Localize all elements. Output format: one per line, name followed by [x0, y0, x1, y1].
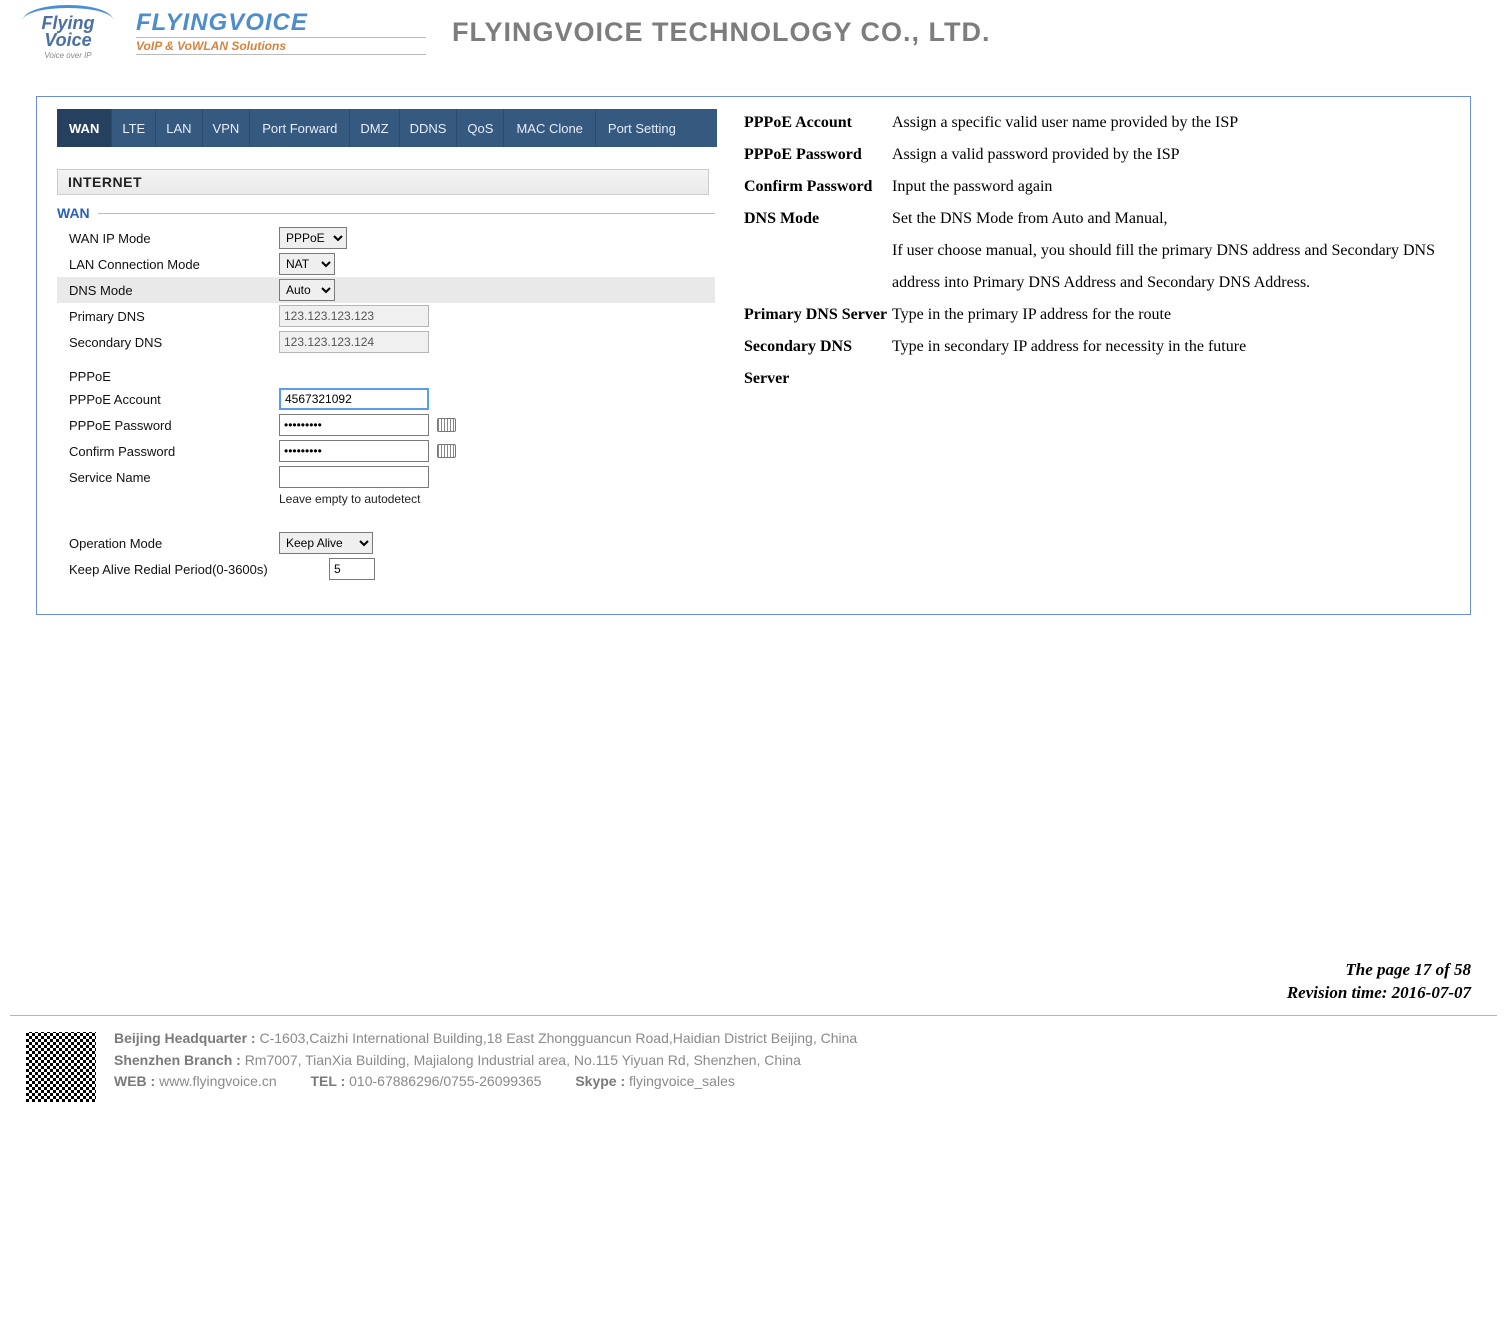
pppoe-password-label: PPPoE Password — [69, 418, 279, 433]
logo2-bot: VoIP & VoWLAN Solutions — [136, 37, 426, 55]
desc-label: Primary DNS Server — [744, 299, 892, 331]
wan-ip-mode-select[interactable]: PPPoE — [279, 227, 347, 249]
dns-mode-select[interactable]: Auto — [279, 279, 335, 301]
lan-conn-mode-label: LAN Connection Mode — [69, 257, 279, 272]
primary-dns-label: Primary DNS — [69, 309, 279, 324]
hq-address: C-1603,Caizhi International Building,18 … — [259, 1030, 857, 1046]
footer-divider — [10, 1015, 1497, 1016]
tab-qos[interactable]: QoS — [457, 109, 504, 147]
tel-value: 010-67886296/0755-26099365 — [349, 1073, 541, 1089]
logo1-bot: Voice — [44, 30, 91, 51]
tab-lte[interactable]: LTE — [112, 109, 156, 147]
desc-label: PPPoE Password — [744, 139, 892, 171]
desc-label: Secondary DNS Server — [744, 331, 892, 395]
wan-section-title: WAN — [57, 205, 90, 221]
desc-text: Assign a valid password provided by the … — [892, 139, 1460, 171]
branch-address: Rm7007, TianXia Building, Majialong Indu… — [245, 1052, 801, 1068]
contact-lines: Beijing Headquarter : C-1603,Caizhi Inte… — [114, 1026, 1497, 1093]
lan-conn-mode-select[interactable]: NAT — [279, 253, 335, 275]
service-name-hint: Leave empty to autodetect — [279, 492, 715, 506]
page-footer-meta: The page 17 of 58 Revision time: 2016-07… — [0, 955, 1507, 1009]
service-name-input[interactable] — [279, 466, 429, 488]
revision-time: Revision time: 2016-07-07 — [0, 982, 1471, 1005]
desc-label: Confirm Password — [744, 171, 892, 203]
page-number: The page 17 of 58 — [0, 959, 1471, 982]
service-name-label: Service Name — [69, 470, 279, 485]
qr-code-icon — [20, 1026, 102, 1108]
keep-alive-input[interactable] — [329, 558, 375, 580]
confirm-password-label: Confirm Password — [69, 444, 279, 459]
branch-label: Shenzhen Branch : — [114, 1052, 241, 1068]
operation-mode-label: Operation Mode — [69, 536, 279, 551]
operation-mode-select[interactable]: Keep Alive — [279, 532, 373, 554]
divider — [98, 213, 715, 214]
tab-mac-clone[interactable]: MAC Clone — [504, 109, 595, 147]
secondary-dns-label: Secondary DNS — [69, 335, 279, 350]
logo1-sub: Voice over IP — [44, 51, 91, 60]
skype-label: Skype : — [575, 1073, 625, 1089]
tab-dmz[interactable]: DMZ — [350, 109, 399, 147]
confirm-password-input[interactable] — [279, 440, 429, 462]
section-header-internet: INTERNET — [57, 169, 709, 195]
keyboard-icon[interactable] — [437, 444, 456, 458]
primary-dns-input[interactable] — [279, 305, 429, 327]
pppoe-account-label: PPPoE Account — [69, 392, 279, 407]
keyboard-icon[interactable] — [437, 418, 456, 432]
desc-text: Set the DNS Mode from Auto and Manual, I… — [892, 203, 1460, 299]
footer-contact: Beijing Headquarter : C-1603,Caizhi Inte… — [0, 1024, 1507, 1128]
wan-ip-mode-label: WAN IP Mode — [69, 231, 279, 246]
desc-label: DNS Mode — [744, 203, 892, 299]
secondary-dns-input[interactable] — [279, 331, 429, 353]
logo-flyingvoice-small: Flying Voice Voice over IP — [8, 4, 128, 60]
pppoe-account-input[interactable] — [279, 388, 429, 410]
page-header: Flying Voice Voice over IP FLYINGVOICE V… — [0, 0, 1507, 68]
desc-text: Assign a specific valid user name provid… — [892, 107, 1460, 139]
skype-value: flyingvoice_sales — [629, 1073, 735, 1089]
web-value: www.flyingvoice.cn — [159, 1073, 277, 1089]
desc-label: PPPoE Account — [744, 107, 892, 139]
hq-label: Beijing Headquarter : — [114, 1030, 256, 1046]
nav-tabs: WAN LTE LAN VPN Port Forward DMZ DDNS Qo… — [57, 109, 717, 147]
desc-text: Type in secondary IP address for necessi… — [892, 331, 1460, 395]
content-box: WAN LTE LAN VPN Port Forward DMZ DDNS Qo… — [36, 96, 1471, 615]
company-title: FLYINGVOICE TECHNOLOGY CO., LTD. — [434, 17, 1497, 48]
tab-ddns[interactable]: DDNS — [400, 109, 458, 147]
tab-wan[interactable]: WAN — [57, 109, 112, 147]
desc-text: Type in the primary IP address for the r… — [892, 299, 1460, 331]
router-ui-screenshot: WAN LTE LAN VPN Port Forward DMZ DDNS Qo… — [37, 97, 732, 614]
field-descriptions: PPPoE Account Assign a specific valid us… — [732, 97, 1470, 614]
tab-port-forward[interactable]: Port Forward — [250, 109, 350, 147]
tel-label: TEL : — [311, 1073, 346, 1089]
logo-flyingvoice-wide: FLYINGVOICE VoIP & VoWLAN Solutions — [136, 8, 426, 56]
keep-alive-label: Keep Alive Redial Period(0-3600s) — [69, 562, 329, 577]
web-label: WEB : — [114, 1073, 155, 1089]
logo2-top: FLYINGVOICE — [136, 9, 426, 37]
tab-lan[interactable]: LAN — [156, 109, 202, 147]
pppoe-password-input[interactable] — [279, 414, 429, 436]
pppoe-subheader: PPPoE — [57, 369, 715, 384]
desc-text: Input the password again — [892, 171, 1460, 203]
dns-mode-label: DNS Mode — [69, 283, 279, 298]
tab-vpn[interactable]: VPN — [203, 109, 251, 147]
tab-port-setting[interactable]: Port Setting — [596, 109, 688, 147]
